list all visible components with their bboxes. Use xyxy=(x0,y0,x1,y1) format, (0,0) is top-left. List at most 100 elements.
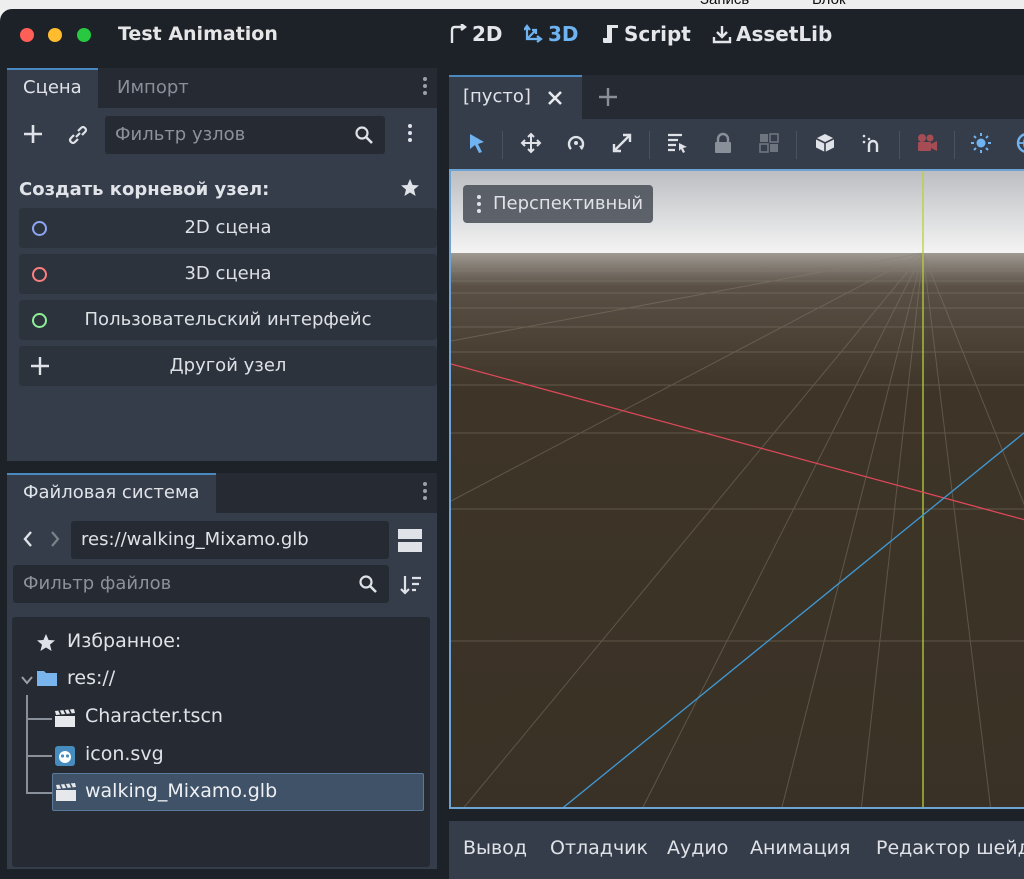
scene-filter-menu-icon[interactable] xyxy=(408,124,412,145)
scale-tool-icon[interactable] xyxy=(611,132,633,154)
snap-magnet-icon[interactable] xyxy=(861,132,883,154)
main-editor-area: [пусто] Перспективный xyxy=(449,75,1024,865)
instance-scene-icon[interactable] xyxy=(67,124,89,146)
clapperboard-icon xyxy=(56,783,76,801)
create-ui-scene-label: Пользовательский интерфейс xyxy=(84,309,372,330)
clapperboard-icon xyxy=(55,709,75,727)
node2d-circle-icon xyxy=(32,221,47,236)
create-ui-scene-button[interactable]: Пользовательский интерфейс xyxy=(19,300,437,340)
script-icon xyxy=(603,25,618,43)
bottom-panel-tabs: Вывод Отладчик Аудио Анимация Редактор ш… xyxy=(449,821,1024,879)
create-2d-scene-button[interactable]: 2D сцена xyxy=(19,208,437,248)
create-3d-scene-button[interactable]: 3D сцена xyxy=(19,254,437,294)
local-space-cube-icon[interactable] xyxy=(814,132,836,154)
3d-viewport[interactable]: Перспективный xyxy=(449,169,1024,809)
move-tool-icon[interactable] xyxy=(520,132,542,154)
minimize-window-button[interactable] xyxy=(48,28,62,42)
viewport-toolbar xyxy=(449,119,1024,171)
node3d-circle-icon xyxy=(32,267,47,282)
bottom-tab-shader-editor[interactable]: Редактор шейд xyxy=(876,837,1024,859)
bottom-tab-animation[interactable]: Анимация xyxy=(750,837,850,859)
plus-icon xyxy=(31,357,49,375)
favorites-label[interactable]: Избранное: xyxy=(67,630,181,652)
close-icon[interactable] xyxy=(547,90,563,106)
node-filter-input[interactable]: Фильтр узлов xyxy=(105,116,385,154)
workspace-3d-tab[interactable]: 3D xyxy=(524,22,579,46)
workspace-assetlib-label: AssetLib xyxy=(736,22,833,46)
scene-tabbar: [пусто] xyxy=(449,75,1024,119)
res-root-folder[interactable]: res:// xyxy=(67,667,115,689)
scene-dock-tabbar: Сцена Импорт xyxy=(7,68,437,108)
favorites-star-icon xyxy=(37,634,55,651)
search-icon xyxy=(359,575,377,593)
zoom-window-button[interactable] xyxy=(77,28,91,42)
toolbar-separator xyxy=(796,131,797,159)
create-2d-scene-label: 2D сцена xyxy=(184,217,272,238)
workspace-script-tab[interactable]: Script xyxy=(602,22,691,46)
3d-viewport-scene xyxy=(451,171,1024,807)
background-menu-item: Запись xyxy=(700,0,749,8)
file-item-walking-mixamo[interactable]: walking_Mixamo.glb xyxy=(52,773,424,811)
environment-globe-icon[interactable] xyxy=(1016,132,1024,154)
sort-icon[interactable] xyxy=(400,574,422,596)
file-tree: Избранное: res:// Character.tscn icon.sv… xyxy=(12,617,430,867)
create-other-node-button[interactable]: Другой узел xyxy=(19,346,437,386)
background-menu-item: Блок xyxy=(812,0,846,8)
filesystem-dock-menu-icon[interactable] xyxy=(423,482,427,503)
path-field[interactable]: res://walking_Mixamo.glb xyxy=(71,521,389,559)
toolbar-separator xyxy=(649,131,650,159)
file-filter-input[interactable]: Фильтр файлов xyxy=(13,565,389,603)
tab-import[interactable]: Импорт xyxy=(101,68,205,108)
bottom-tab-debugger[interactable]: Отладчик xyxy=(550,837,648,859)
scene-tab-empty[interactable]: [пусто] xyxy=(449,75,582,119)
close-window-button[interactable] xyxy=(20,28,34,42)
workspace-2d-label: 2D xyxy=(472,22,503,46)
godot-icon xyxy=(55,746,75,766)
favorites-star-icon[interactable] xyxy=(400,178,420,198)
file-item-walking-mixamo-label: walking_Mixamo.glb xyxy=(85,780,278,802)
back-arrow-icon[interactable] xyxy=(22,529,34,549)
workspace-assetlib-tab[interactable]: AssetLib xyxy=(712,22,832,46)
camera-preview-icon[interactable] xyxy=(915,132,939,154)
create-root-label: Создать корневой узел: xyxy=(19,179,270,200)
chevron-down-icon[interactable] xyxy=(20,674,34,686)
rotate-tool-icon[interactable] xyxy=(565,132,587,154)
tree-guide-line xyxy=(26,792,54,794)
kebab-menu-icon xyxy=(477,195,481,213)
tree-guide-line xyxy=(26,718,52,720)
perspective-menu-label: Перспективный xyxy=(493,193,644,214)
select-tool-icon[interactable] xyxy=(467,132,487,154)
split-view-icon[interactable] xyxy=(397,526,423,554)
scene-tab-label: [пусто] xyxy=(463,86,531,107)
bottom-tab-audio[interactable]: Аудио xyxy=(667,837,728,859)
scene-dock: Сцена Импорт Фильтр узлов Создать корнев… xyxy=(7,68,437,461)
bottom-tab-output[interactable]: Вывод xyxy=(463,837,527,859)
2d-arrow-icon xyxy=(450,24,467,43)
scene-dock-menu-icon[interactable] xyxy=(423,77,427,98)
forward-arrow-icon[interactable] xyxy=(49,529,61,549)
toolbar-separator xyxy=(954,131,955,159)
godot-editor-window: Test Animation 2D 3D Script AssetLib Сце… xyxy=(0,9,1024,879)
title-bar: Test Animation 2D 3D Script AssetLib xyxy=(0,9,1024,63)
tab-scene[interactable]: Сцена xyxy=(7,68,98,108)
file-item-icon-svg[interactable]: icon.svg xyxy=(85,743,164,765)
add-node-icon[interactable] xyxy=(23,124,43,144)
add-scene-tab-icon[interactable] xyxy=(598,87,618,107)
tab-filesystem[interactable]: Файловая система xyxy=(7,473,216,513)
download-icon xyxy=(712,26,732,44)
folder-icon xyxy=(37,671,57,686)
workspace-2d-tab[interactable]: 2D xyxy=(448,22,503,46)
search-icon xyxy=(355,126,373,144)
tree-guide-line xyxy=(26,695,28,793)
group-icon[interactable] xyxy=(758,132,780,154)
perspective-menu-button[interactable]: Перспективный xyxy=(463,185,654,223)
file-item-character[interactable]: Character.tscn xyxy=(85,705,223,727)
ground xyxy=(451,253,1024,807)
workspace-script-label: Script xyxy=(624,22,691,46)
list-select-icon[interactable] xyxy=(666,132,688,154)
lock-icon[interactable] xyxy=(713,132,733,154)
control-circle-icon xyxy=(32,313,47,328)
create-3d-scene-label: 3D сцена xyxy=(184,263,272,284)
toolbar-separator xyxy=(502,131,503,159)
sun-light-icon[interactable] xyxy=(970,132,992,154)
